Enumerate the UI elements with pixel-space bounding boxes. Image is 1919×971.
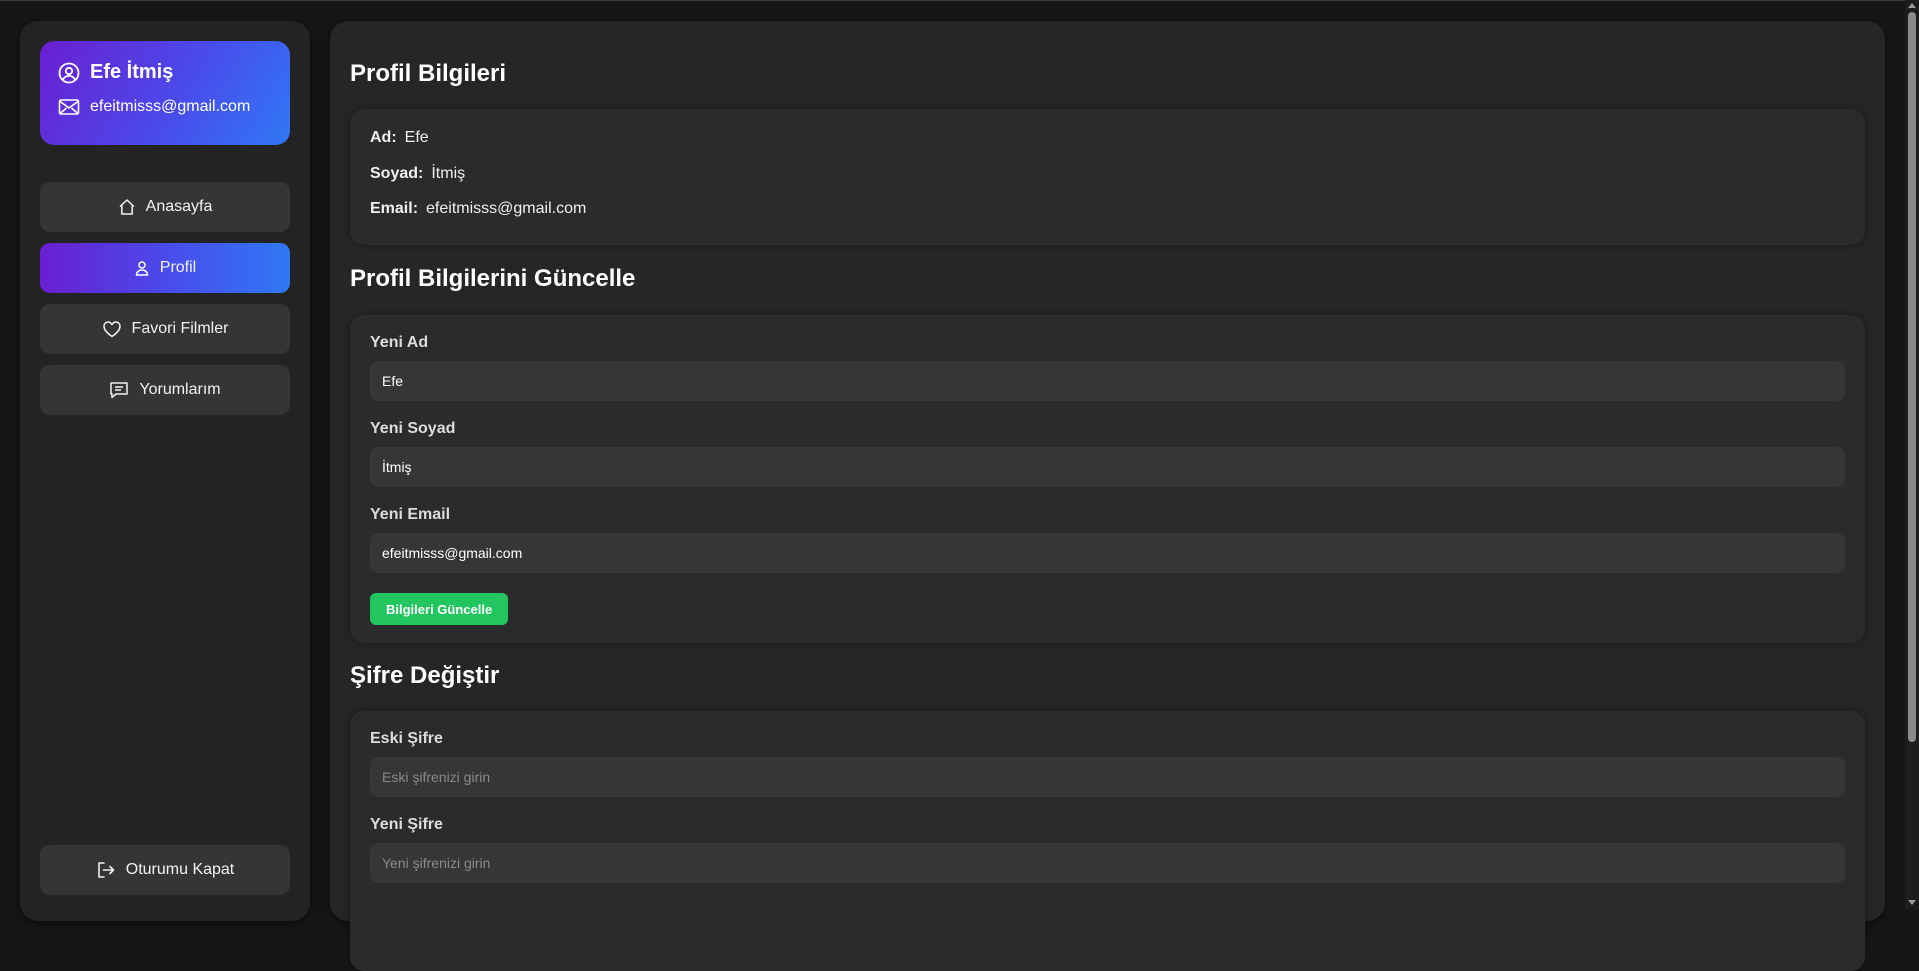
user-circle-icon	[58, 62, 80, 84]
profile-info-title: Profil Bilgileri	[350, 60, 507, 87]
old-password-input[interactable]	[370, 757, 1845, 797]
profile-info-card: Ad: Efe Soyad: İtmiş Email: efeitmisss@gmai…	[350, 109, 1865, 245]
new-password-label: Yeni Şifre	[370, 816, 443, 833]
logout-icon	[96, 861, 116, 879]
nav-home-button[interactable]: Anasayfa	[40, 182, 290, 232]
envelope-icon	[58, 98, 80, 116]
nav-profile-label: Profil	[159, 259, 197, 276]
sidebar: Efe İtmiş efeitmisss@gmail.com Anasayfa	[20, 21, 310, 921]
new-surname-input[interactable]	[370, 447, 1845, 487]
window-top-border	[0, 0, 1919, 1]
nav-favorites-button[interactable]: Favori Filmler	[40, 304, 290, 354]
new-name-input[interactable]	[370, 361, 1845, 401]
user-email: efeitmisss@gmail.com	[90, 98, 251, 115]
new-email-input[interactable]	[370, 533, 1845, 573]
chat-icon	[109, 381, 129, 399]
update-form-title: Profil Bilgilerini Güncelle	[350, 265, 636, 292]
old-password-label: Eski Şifre	[370, 730, 443, 747]
nav-favorites-label: Favori Filmler	[131, 320, 229, 337]
logout-button[interactable]: Oturumu Kapat	[40, 845, 290, 895]
info-last-name-row: Soyad: İtmiş	[370, 165, 465, 183]
scroll-up-arrow-icon[interactable]	[1908, 2, 1916, 8]
user-email-row: efeitmisss@gmail.com	[58, 98, 272, 116]
new-password-input[interactable]	[370, 843, 1845, 883]
password-form-card: Eski Şifre Yeni Şifre	[350, 711, 1865, 971]
new-email-label: Yeni Email	[370, 506, 451, 523]
info-first-name-row: Ad: Efe	[370, 129, 429, 147]
nav-profile-button[interactable]: Profil	[40, 243, 290, 293]
first-name-value: Efe	[404, 129, 429, 146]
update-form-card: Yeni Ad Yeni Soyad Yeni Email Bilgileri …	[350, 315, 1865, 643]
heart-icon	[102, 320, 122, 338]
scroll-down-arrow-icon[interactable]	[1908, 900, 1916, 906]
user-name: Efe İtmiş	[90, 61, 174, 83]
last-name-value: İtmiş	[431, 165, 466, 182]
nav-comments-label: Yorumlarım	[139, 381, 221, 398]
first-name-label: Ad:	[370, 129, 397, 146]
nav-comments-button[interactable]: Yorumlarım	[40, 365, 290, 415]
scrollbar-thumb[interactable]	[1908, 12, 1916, 742]
update-info-button[interactable]: Bilgileri Güncelle	[370, 593, 509, 625]
password-form-title: Şifre Değiştir	[350, 662, 500, 689]
new-surname-label: Yeni Soyad	[370, 420, 456, 437]
user-icon	[134, 260, 150, 276]
info-email-row: Email: efeitmisss@gmail.com	[370, 200, 586, 218]
home-icon	[118, 198, 136, 216]
last-name-label: Soyad:	[370, 165, 424, 182]
main-content: Profil Bilgileri Ad: Efe Soyad: İtmiş Emai…	[330, 21, 1885, 971]
user-card: Efe İtmiş efeitmisss@gmail.com	[40, 41, 290, 145]
email-value: efeitmisss@gmail.com	[426, 200, 587, 217]
user-name-row: Efe İtmiş	[58, 61, 272, 84]
nav-home-label: Anasayfa	[145, 198, 213, 215]
email-label: Email:	[370, 200, 419, 217]
page-scrollbar[interactable]	[1905, 0, 1919, 908]
logout-label: Oturumu Kapat	[125, 861, 235, 878]
new-name-label: Yeni Ad	[370, 334, 429, 351]
